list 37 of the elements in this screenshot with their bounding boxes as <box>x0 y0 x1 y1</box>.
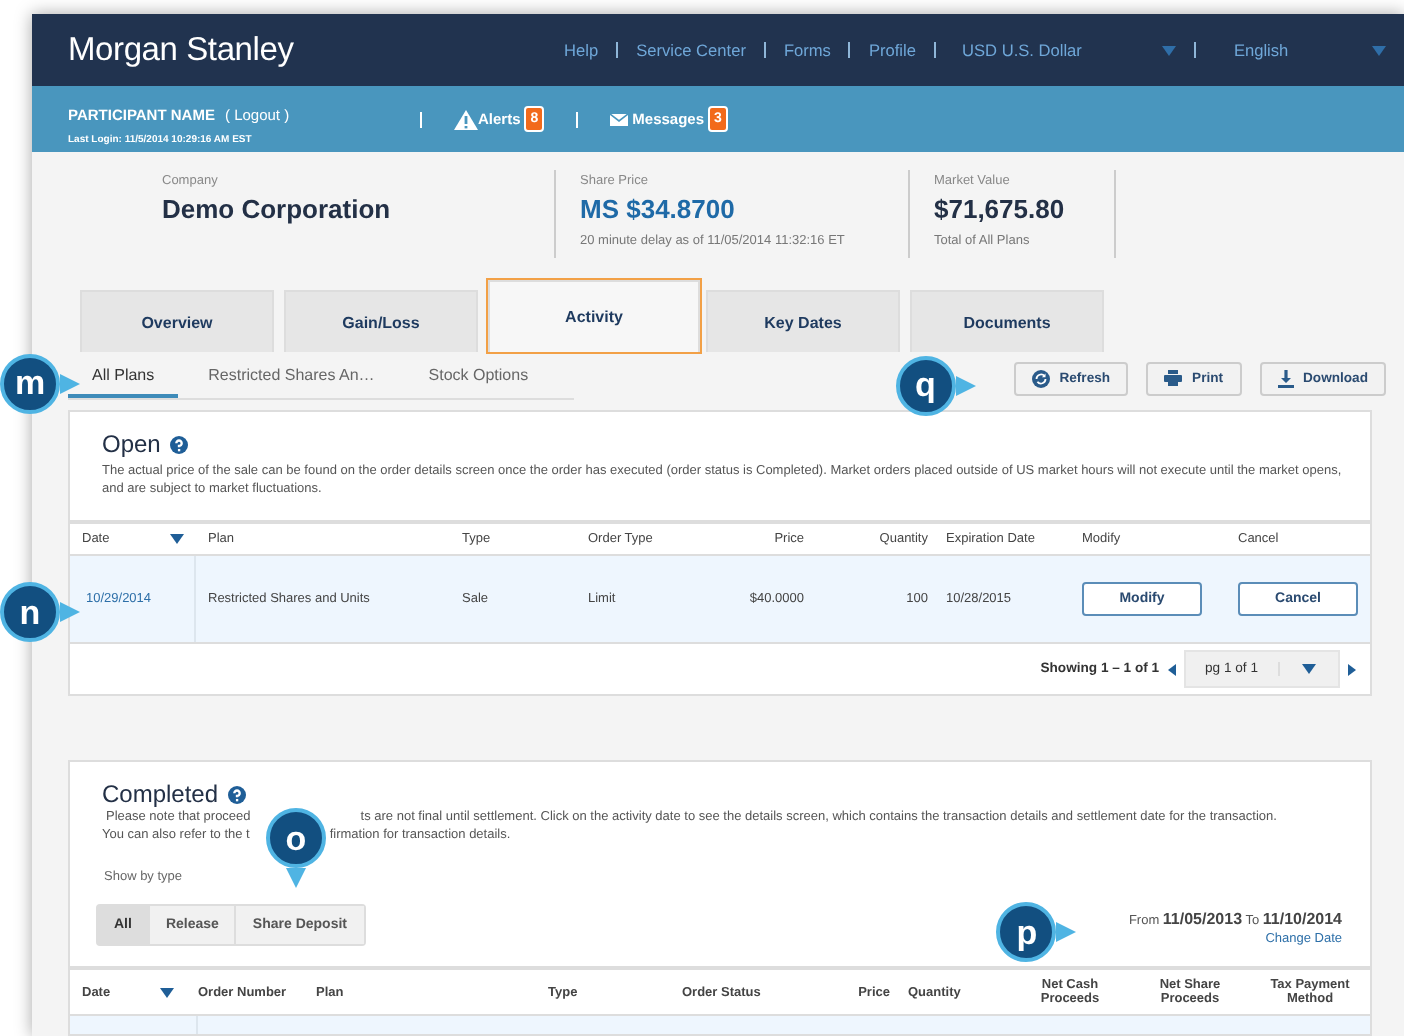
logo[interactable]: Morgan Stanley <box>68 31 564 69</box>
warning-icon <box>454 109 478 129</box>
summary-value: Demo Corporation <box>162 194 393 224</box>
refresh-icon <box>1031 369 1050 387</box>
help-icon <box>170 435 189 453</box>
download-icon <box>1277 369 1294 387</box>
summary-value: $71,675.80 <box>934 194 1067 224</box>
tab[interactable]: Activity <box>488 280 700 352</box>
tab[interactable]: Key Dates <box>706 290 900 352</box>
sort-caret-icon <box>170 534 184 544</box>
tab[interactable]: Gain/Loss <box>284 290 478 352</box>
nav-link[interactable]: Forms <box>783 40 831 60</box>
caret-icon <box>1302 664 1316 674</box>
envelope-icon <box>610 113 629 125</box>
caret-icon <box>1161 45 1176 55</box>
nav-link[interactable]: Service Center <box>636 40 746 60</box>
previous-arrow-icon <box>1167 663 1176 675</box>
date-value: 11/10/2014 <box>1262 910 1342 928</box>
table-row[interactable] <box>70 1016 1370 1034</box>
nav-link[interactable]: Profile <box>868 40 916 60</box>
next-arrow-icon <box>1348 663 1356 675</box>
section-title: Open <box>102 430 161 458</box>
section-title: Completed <box>102 780 219 808</box>
help-icon <box>228 785 247 803</box>
plan-tab[interactable]: All Plans <box>68 365 179 397</box>
date-value: 11/05/2013 <box>1162 910 1243 928</box>
tab[interactable]: Overview <box>80 290 274 352</box>
select-value[interactable]: USD U.S. Dollar <box>962 40 1082 60</box>
summary-value: MS $34.8700 <box>580 194 737 224</box>
sort-caret-icon <box>160 987 174 997</box>
select-value[interactable]: English <box>1233 40 1289 60</box>
tab[interactable]: Documents <box>910 290 1104 352</box>
printer-icon <box>1164 370 1183 386</box>
plan-tab[interactable]: Restricted Shares An… <box>184 365 399 397</box>
caret-icon <box>1372 45 1387 55</box>
plan-tab[interactable]: Stock Options <box>404 365 553 397</box>
nav-link[interactable]: Help <box>564 40 599 60</box>
